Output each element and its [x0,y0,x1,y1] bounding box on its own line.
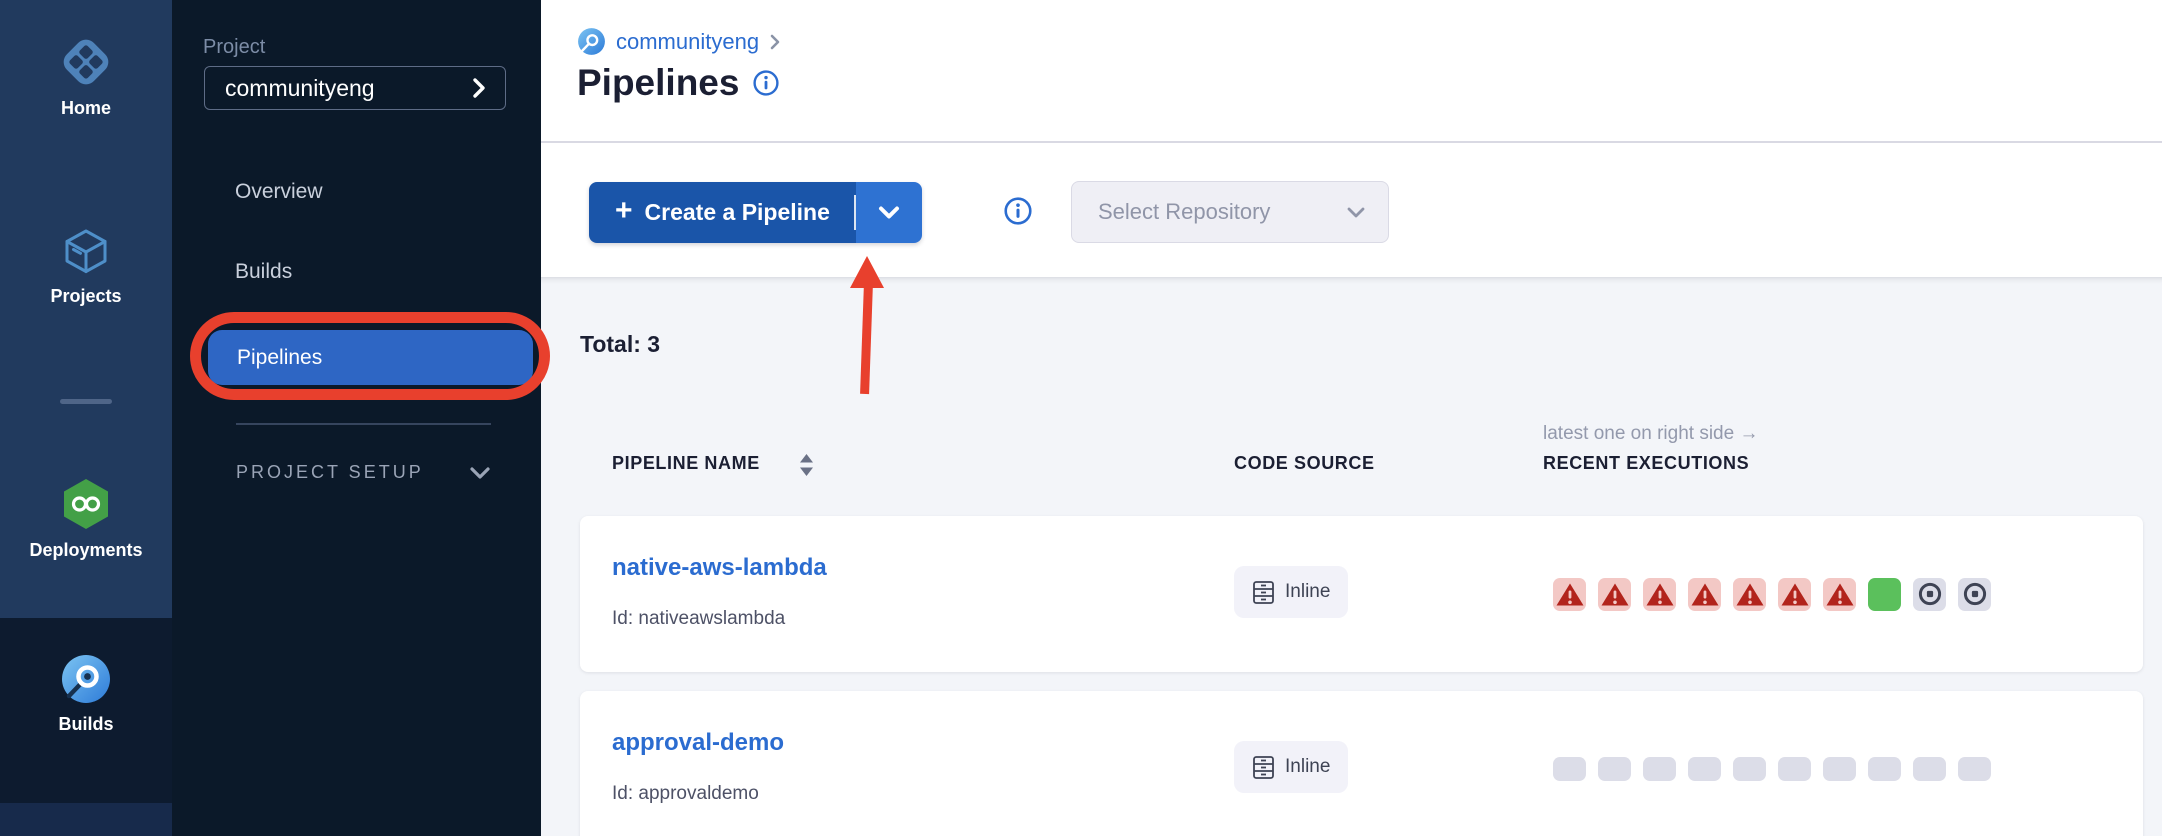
project-setup-toggle[interactable]: PROJECT SETUP [236,462,491,483]
rail-next-module-bg [0,803,172,836]
execution-status-success[interactable] [1868,578,1901,611]
rail-label-projects: Projects [0,286,172,307]
execution-status-empty [1643,757,1676,781]
module-rail: Home Projects Deployments [0,0,172,836]
panel-divider [236,423,491,425]
project-ci-icon [577,27,606,56]
pipeline-id: Id: nativeawslambda [612,608,785,630]
sort-icon[interactable] [798,452,815,478]
rail-label-home: Home [0,98,172,119]
execution-status-failed[interactable] [1598,578,1631,611]
plus-icon: + [615,196,633,226]
execution-status-failed[interactable] [1553,578,1586,611]
main-area: communityeng Pipelines + Create a Pipeli… [541,0,2162,836]
recent-executions [1553,749,1991,789]
page-title: Pipelines [577,62,739,104]
inline-store-icon [1252,580,1275,605]
project-label: Project [203,36,265,59]
project-panel: Project communityeng Overview Builds Pip… [172,0,541,836]
rail-item-deployments[interactable]: Deployments [0,476,172,561]
execution-status-empty [1688,757,1721,781]
column-header-code-source: CODE SOURCE [1234,453,1375,474]
execution-status-empty [1868,757,1901,781]
deployments-icon [59,476,113,532]
pipeline-rows: native-aws-lambda Id: nativeawslambda In… [580,516,2143,836]
column-header-recent-executions: RECENT EXECUTIONS [1543,453,1749,474]
create-pipeline-split-button: + Create a Pipeline [589,182,922,243]
pipeline-row[interactable]: approval-demo Id: approvaldemo Inline [580,691,2143,836]
button-divider [854,195,856,230]
execution-status-empty [1913,757,1946,781]
create-pipeline-button[interactable]: + Create a Pipeline [589,182,856,243]
execution-status-failed[interactable] [1733,578,1766,611]
toolbar: + Create a Pipeline Select Repository [541,145,2162,277]
pipeline-name-link[interactable]: approval-demo [612,729,784,757]
execution-status-aborted[interactable] [1958,578,1991,611]
execution-status-failed[interactable] [1688,578,1721,611]
code-source-label: Inline [1285,756,1330,778]
breadcrumb-project-link[interactable]: communityeng [616,29,759,55]
rail-item-projects[interactable]: Projects [0,224,172,307]
chevron-down-icon [877,205,901,220]
panel-item-overview[interactable]: Overview [235,180,323,204]
chevron-right-icon [471,76,487,100]
rail-item-home[interactable]: Home [0,34,172,119]
create-pipeline-label: Create a Pipeline [645,199,830,226]
execution-status-failed[interactable] [1778,578,1811,611]
execution-status-aborted[interactable] [1913,578,1946,611]
execution-status-empty [1553,757,1586,781]
rail-item-builds[interactable]: Builds [0,652,172,735]
chevron-down-icon [469,466,491,480]
pipeline-name-link[interactable]: native-aws-lambda [612,554,827,582]
execution-status-empty [1823,757,1856,781]
panel-item-builds[interactable]: Builds [235,260,292,284]
panel-item-pipelines[interactable]: Pipelines [208,330,533,385]
code-source-badge: Inline [1234,741,1348,793]
code-source-badge: Inline [1234,566,1348,618]
breadcrumb-chevron-icon [769,33,781,51]
app-root: Home Projects Deployments [0,0,2162,836]
page-header: communityeng Pipelines [541,0,2162,143]
builds-icon [59,652,113,706]
total-count: Total: 3 [580,331,660,358]
projects-cube-icon [59,224,113,278]
column-header-pipeline-name: PIPELINE NAME [612,453,760,474]
execution-status-failed[interactable] [1823,578,1856,611]
pipeline-id: Id: approvaldemo [612,783,759,805]
home-icon [58,34,114,90]
execution-status-empty [1778,757,1811,781]
execution-status-empty [1598,757,1631,781]
rail-divider [60,399,112,404]
rail-label-deployments: Deployments [0,540,172,561]
code-source-label: Inline [1285,581,1330,603]
execution-status-empty [1958,757,1991,781]
recent-executions [1553,574,1991,614]
create-pipeline-caret-button[interactable] [856,182,922,243]
create-info-icon[interactable] [1004,197,1032,225]
breadcrumb: communityeng [577,27,781,56]
project-selector-value: communityeng [225,75,375,102]
panel-item-pipelines-label: Pipelines [237,346,322,370]
pipeline-row[interactable]: native-aws-lambda Id: nativeawslambda In… [580,516,2143,672]
latest-note: latest one on right side → [1543,423,1758,445]
project-setup-label: PROJECT SETUP [236,462,424,483]
title-info-icon[interactable] [753,70,779,96]
rail-label-builds: Builds [0,714,172,735]
execution-status-failed[interactable] [1643,578,1676,611]
inline-store-icon [1252,755,1275,780]
select-repository-dropdown[interactable]: Select Repository [1071,181,1389,243]
pipelines-list-section: Total: 3 latest one on right side → PIPE… [541,277,2162,836]
project-selector[interactable]: communityeng [204,66,506,110]
chevron-down-icon [1346,206,1366,219]
execution-status-empty [1733,757,1766,781]
select-repository-value: Select Repository [1098,199,1270,225]
